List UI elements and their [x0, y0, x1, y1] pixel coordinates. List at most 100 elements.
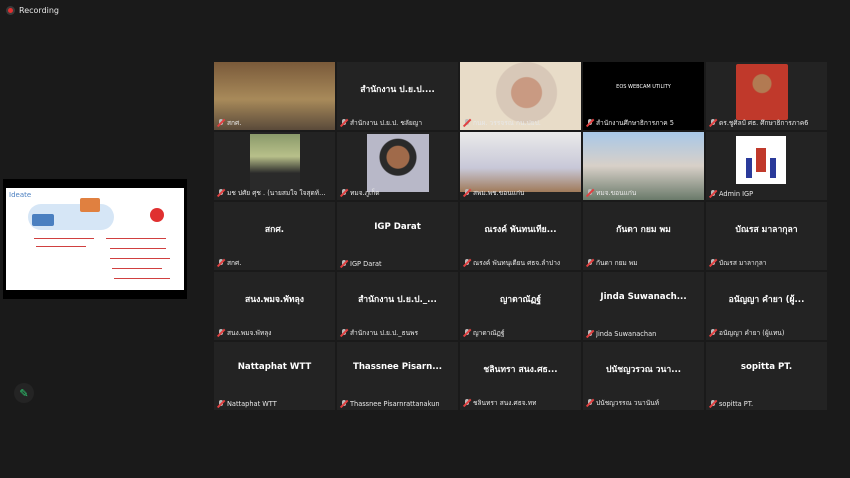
participant-display-name: ญาดาณัฏฐ์	[499, 295, 542, 305]
participant-name: ญาดาณัฏฐ์	[473, 329, 505, 337]
annotation-line	[106, 238, 166, 239]
annotation-line	[110, 248, 166, 249]
microphone-muted-icon	[217, 118, 225, 127]
participant-tile[interactable]: ปนัชญวรวณ วนา... ปนัชญวรรณ วนานันท์	[583, 342, 704, 410]
participant-name: ทมจ.ภูเก็ต	[350, 189, 380, 197]
microphone-muted-icon	[340, 118, 348, 127]
participant-name-bar: Nattaphat WTT	[217, 400, 333, 408]
participant-display-name: สำนักงาน ป.ย.ป._...	[358, 295, 437, 305]
microphone-muted-icon	[217, 258, 225, 267]
participant-name-bar: ญาดาณัฏฐ์	[463, 327, 579, 338]
annotation-line	[36, 246, 86, 247]
participant-name-bar: ดร.ชูศิลป์ ศธ. ศึกษาธิการภาค6	[709, 117, 825, 128]
participant-tile[interactable]: ณรงค์ พันทนเทีย... ณรงค์ พันทนุเตียน ศธจ.…	[460, 202, 581, 270]
participant-tile[interactable]: Admin IGP	[706, 132, 827, 200]
participant-tile[interactable]: Jinda Suwanach... Jinda Suwanachan	[583, 272, 704, 340]
participant-tile[interactable]: ทมจ.ภูเก็ต	[337, 132, 458, 200]
blue-box	[32, 214, 54, 226]
participant-tile[interactable]: สกศ. สกศ.	[214, 202, 335, 270]
participant-name-bar: สนง.พมจ.พัทลุง	[217, 327, 333, 338]
orange-box	[80, 198, 100, 212]
microphone-muted-icon	[217, 328, 225, 337]
participant-name: ดร.ชูศิลป์ ศธ. ศึกษาธิการภาค6	[719, 119, 809, 127]
microphone-muted-icon	[340, 260, 348, 268]
microphone-muted-icon	[586, 330, 594, 338]
microphone-muted-icon	[217, 188, 225, 197]
participant-name: ปนัชญวรรณ วนานันท์	[596, 399, 660, 407]
microphone-muted-icon	[340, 400, 348, 408]
participant-name: สำนักงาน ป.ย.ป._ธนพร	[350, 329, 418, 337]
annotation-line	[112, 268, 162, 269]
participant-name: ณรงค์ พันทนุเตียน ศธจ.ลำปาง	[473, 259, 561, 267]
participant-tile[interactable]: สำนักงาน ป.ย.ป._... สำนักงาน ป.ย.ป._ธนพร	[337, 272, 458, 340]
participant-name-bar: ชลินทรา สนง.ศธจ.ทท	[463, 397, 579, 408]
participant-tile[interactable]: กันดา กยม พม กันดา กยม พม	[583, 202, 704, 270]
participant-name: Nattaphat WTT	[227, 400, 277, 408]
participant-name: Jinda Suwanachan	[596, 330, 657, 338]
participant-name: สำนักงานศึกษาธิการภาค 5	[596, 119, 674, 127]
participant-tile[interactable]: บัณรส มาลากุลา บัณรส มาลากุลา	[706, 202, 827, 270]
annotation-line	[114, 278, 170, 279]
participant-display-name: ณรงค์ พันทนเทีย...	[484, 225, 557, 235]
recording-indicator[interactable]: Recording	[6, 6, 59, 15]
microphone-muted-icon	[709, 258, 717, 267]
shared-screen-thumbnail[interactable]: Ideate	[3, 179, 187, 299]
participant-name: กนผ. วรรจรณ กน.ปยป.	[473, 119, 541, 127]
participant-display-name: sopitta PT.	[740, 362, 793, 372]
participant-tile[interactable]: สกศ.	[214, 62, 335, 130]
webcam-text: EOS WEBCAM UTILITY	[616, 84, 671, 90]
participant-name: IGP Darat	[350, 260, 382, 268]
microphone-muted-icon	[709, 118, 717, 127]
participant-tile[interactable]: ดร.ชูศิลป์ ศธ. ศึกษาธิการภาค6	[706, 62, 827, 130]
participant-tile[interactable]: Nattaphat WTT Nattaphat WTT	[214, 342, 335, 410]
participant-tile[interactable]: สนง.พมจ.พัทลุง สนง.พมจ.พัทลุง	[214, 272, 335, 340]
participant-display-name: สกศ.	[264, 225, 285, 235]
participant-name-bar: อนัญญา คำยา (ผู้แทน)	[709, 327, 825, 338]
participant-name: Thassnee Pisarnrattanakun	[350, 400, 440, 408]
participant-name-bar: สำนักงานศึกษาธิการภาค 5	[586, 117, 702, 128]
participant-name-bar: sopitta PT.	[709, 400, 825, 408]
participant-name-bar: สำนักงาน ป.ย.ป._ธนพร	[340, 327, 456, 338]
participant-video	[367, 134, 429, 192]
participant-tile[interactable]: ชลินทรา สนง.ศธ... ชลินทรา สนง.ศธจ.ทท	[460, 342, 581, 410]
participant-tile[interactable]: สพม.พช.ขอนแก่น	[460, 132, 581, 200]
participant-display-name: อนัญญา คำยา (ผู้...	[728, 295, 805, 305]
participant-tile[interactable]: อนัญญา คำยา (ผู้... อนัญญา คำยา (ผู้แทน)	[706, 272, 827, 340]
participant-video	[736, 136, 786, 184]
participant-video	[250, 134, 300, 190]
microphone-muted-icon	[709, 190, 717, 198]
participant-display-name: สำนักงาน ป.ย.ป....	[360, 85, 435, 95]
microphone-muted-icon	[340, 188, 348, 197]
participant-tile[interactable]: EOS WEBCAM UTILITY สำนักงานศึกษาธิการภาค …	[583, 62, 704, 130]
participant-name: สพม.พช.ขอนแก่น	[473, 189, 525, 197]
participant-name: สนง.พมจ.พัทลุง	[227, 329, 272, 337]
participant-tile[interactable]: Thassnee Pisarn... Thassnee Pisarnrattana…	[337, 342, 458, 410]
pencil-icon[interactable]: ✎	[14, 383, 34, 403]
participant-name: อนัญญา คำยา (ผู้แทน)	[719, 329, 785, 337]
microphone-muted-icon	[586, 258, 594, 267]
microphone-muted-icon	[463, 258, 471, 267]
participant-name: มช ปศัย ศุช . (นายสมใจ ใจสุดท้...	[227, 189, 326, 197]
participant-tile[interactable]: สำนักงาน ป.ย.ป.... สำนักงาน ป.ย.ป. ชลัยญา	[337, 62, 458, 130]
red-circle	[150, 208, 164, 222]
participant-name-bar: มช ปศัย ศุช . (นายสมใจ ใจสุดท้...	[217, 187, 333, 198]
logo-icon	[756, 148, 766, 172]
participant-tile[interactable]: มช ปศัย ศุช . (นายสมใจ ใจสุดท้...	[214, 132, 335, 200]
microphone-muted-icon	[586, 188, 594, 197]
participant-tile[interactable]: sopitta PT. sopitta PT.	[706, 342, 827, 410]
participant-video	[736, 64, 788, 120]
participant-display-name: บัณรส มาลากุลา	[735, 225, 798, 235]
participant-name-bar: Thassnee Pisarnrattanakun	[340, 400, 456, 408]
participant-name: สำนักงาน ป.ย.ป. ชลัยญา	[350, 119, 423, 127]
participant-name: Admin IGP	[719, 190, 754, 198]
participant-tile[interactable]: ทมจ.ขอนแก่น	[583, 132, 704, 200]
microphone-muted-icon	[586, 398, 594, 407]
microphone-muted-icon	[217, 400, 225, 408]
participant-tile[interactable]: กนผ. วรรจรณ กน.ปยป.	[460, 62, 581, 130]
shared-slide: Ideate	[6, 188, 184, 290]
participant-name-bar: กันดา กยม พม	[586, 257, 702, 268]
participant-name-bar: สำนักงาน ป.ย.ป. ชลัยญา	[340, 117, 456, 128]
participant-tile[interactable]: ญาดาณัฏฐ์ ญาดาณัฏฐ์	[460, 272, 581, 340]
participant-tile[interactable]: IGP Darat IGP Darat	[337, 202, 458, 270]
slide-title: Ideate	[9, 191, 32, 199]
